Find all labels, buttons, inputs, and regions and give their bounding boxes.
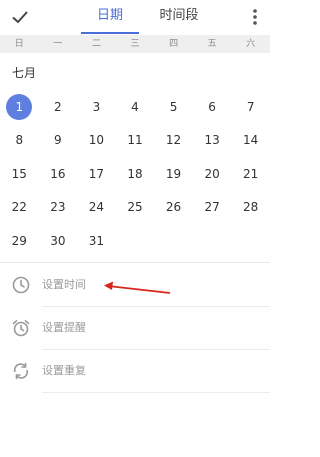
weekday-label: 六: [246, 39, 256, 49]
weekday-header: 日 一 二 三 四 五 六: [0, 35, 270, 53]
calendar-day[interactable]: 30: [45, 228, 71, 254]
calendar-day[interactable]: 31: [83, 228, 109, 254]
repeat-icon: [13, 362, 29, 380]
active-tab-indicator: [81, 32, 139, 34]
calendar-day[interactable]: 18: [122, 161, 148, 187]
weekday-label: 一: [53, 39, 63, 49]
calendar-day[interactable]: 4: [122, 94, 148, 120]
set-reminder-option[interactable]: 设置提醒: [0, 306, 270, 350]
calendar-week: 15 16 17 18 19 20 21: [0, 157, 270, 191]
calendar-day[interactable]: 17: [83, 161, 109, 187]
month-label: 七月: [12, 66, 37, 80]
calendar-day[interactable]: 29: [6, 228, 32, 254]
calendar-week: 1 2 3 4 5 6 7: [0, 90, 270, 124]
calendar-week: 29 30 31: [0, 224, 270, 258]
calendar-day[interactable]: 21: [238, 161, 264, 187]
calendar-day[interactable]: 27: [199, 194, 225, 220]
calendar-day[interactable]: 10: [83, 127, 109, 153]
top-bar: 日期 时间段: [0, 0, 270, 34]
weekday-label: 三: [130, 39, 140, 49]
clock-icon: [12, 276, 30, 294]
calendar-day[interactable]: 12: [161, 127, 187, 153]
calendar-day[interactable]: 26: [161, 194, 187, 220]
calendar-day[interactable]: 24: [83, 194, 109, 220]
calendar-day[interactable]: 20: [199, 161, 225, 187]
calendar-day[interactable]: 2: [45, 94, 71, 120]
option-divider: [42, 392, 270, 393]
calendar-day[interactable]: 25: [122, 194, 148, 220]
weekday-label: 四: [169, 39, 179, 49]
calendar-day[interactable]: 6: [199, 94, 225, 120]
calendar-day[interactable]: 16: [45, 161, 71, 187]
weekday-label: 二: [91, 39, 101, 49]
calendar-day[interactable]: 22: [6, 194, 32, 220]
calendar-day[interactable]: 9: [45, 127, 71, 153]
calendar-day[interactable]: 19: [161, 161, 187, 187]
alarm-icon: [12, 320, 30, 337]
check-icon[interactable]: [10, 7, 30, 27]
set-time-label: 设置时间: [42, 278, 86, 291]
calendar-day[interactable]: 15: [6, 161, 32, 187]
calendar-day[interactable]: 14: [238, 127, 264, 153]
weekday-label: 五: [207, 39, 217, 49]
calendar-day[interactable]: 8: [6, 127, 32, 153]
calendar-day[interactable]: 7: [238, 94, 264, 120]
calendar-day[interactable]: 13: [199, 127, 225, 153]
calendar-week: 8 9 10 11 12 13 14: [0, 124, 270, 158]
calendar-day[interactable]: 28: [238, 194, 264, 220]
calendar-day[interactable]: 3: [83, 94, 109, 120]
calendar-grid: 1 2 3 4 5 6 7 8 9 10 11 12 13 14 15 16 1…: [0, 90, 270, 258]
calendar-day-selected[interactable]: 1: [6, 93, 33, 120]
weekday-label: 日: [14, 39, 24, 49]
calendar-day[interactable]: 11: [122, 127, 148, 153]
tab-date[interactable]: 日期: [81, 0, 139, 34]
set-repeat-label: 设置重复: [42, 364, 86, 377]
set-reminder-label: 设置提醒: [42, 321, 86, 334]
more-vert-icon[interactable]: [249, 7, 261, 27]
annotation-arrow-icon: [104, 281, 171, 294]
tab-time-period[interactable]: 时间段: [150, 0, 208, 34]
calendar-day[interactable]: 23: [45, 194, 71, 220]
calendar-week: 22 23 24 25 26 27 28: [0, 191, 270, 225]
calendar-day[interactable]: 5: [161, 94, 187, 120]
set-repeat-option[interactable]: 设置重复: [0, 349, 270, 393]
